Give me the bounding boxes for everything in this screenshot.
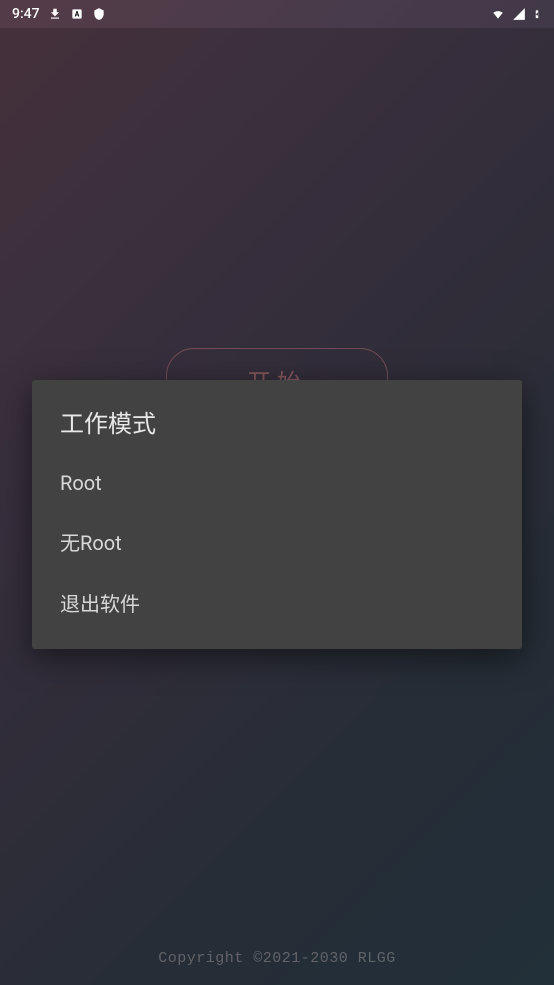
dialog-option-no-root[interactable]: 无Root	[32, 511, 522, 572]
status-bar: 9:47 A	[0, 0, 554, 28]
wifi-icon	[490, 7, 506, 21]
shield-icon	[92, 7, 106, 21]
svg-text:A: A	[74, 10, 79, 18]
dialog-title: 工作模式	[32, 404, 522, 455]
signal-icon	[512, 7, 526, 21]
dialog-option-exit[interactable]: 退出软件	[32, 572, 522, 633]
app-badge-icon: A	[70, 7, 84, 21]
status-bar-left: 9:47 A	[12, 6, 106, 22]
status-bar-right	[490, 6, 542, 22]
download-icon	[48, 7, 62, 21]
work-mode-dialog: 工作模式 Root 无Root 退出软件	[32, 380, 522, 649]
battery-icon	[532, 6, 542, 22]
status-time: 9:47	[12, 6, 40, 22]
dialog-option-root[interactable]: Root	[32, 455, 522, 511]
